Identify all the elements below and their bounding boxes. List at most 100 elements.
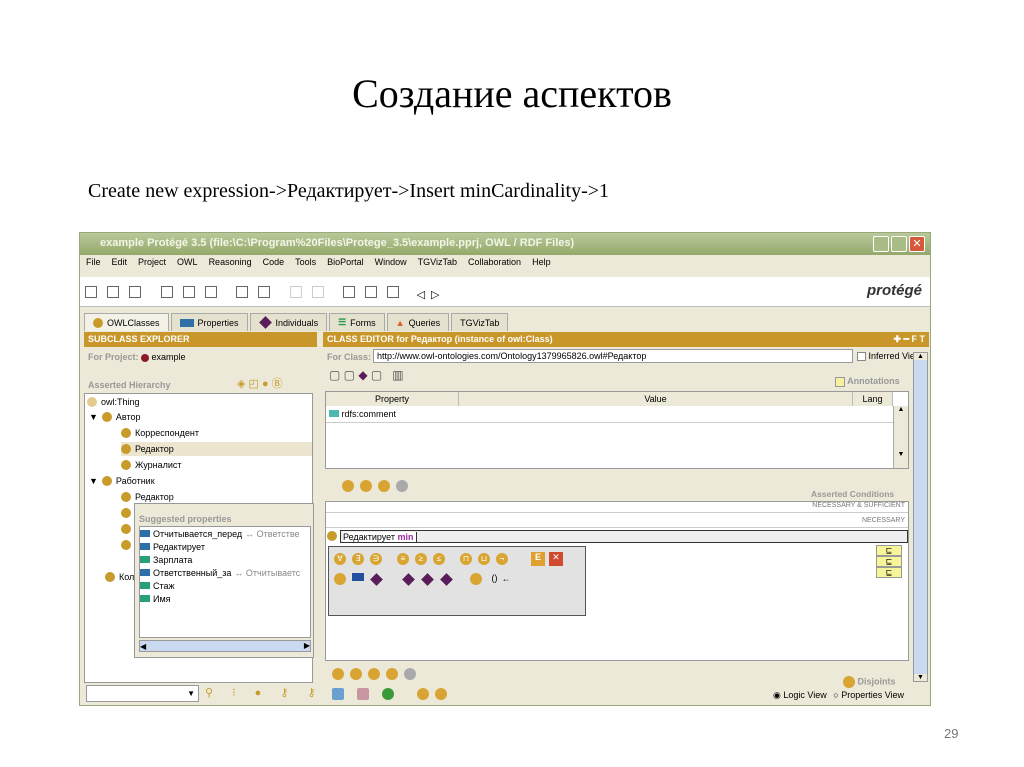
individual-icon[interactable]	[370, 572, 383, 586]
tree-node-kol[interactable]: Кол	[105, 570, 134, 584]
checkbox-icon[interactable]	[857, 352, 866, 362]
tree-node-zhurnalist[interactable]: Журналист	[121, 458, 182, 472]
tab-properties[interactable]: Properties	[170, 313, 248, 331]
create-restriction-icon[interactable]	[360, 480, 372, 492]
palette-operator-button[interactable]: ∃	[352, 553, 364, 565]
disjoint-tool-icons[interactable]	[329, 668, 419, 680]
scroll-down-icon[interactable]: ▼	[894, 451, 908, 458]
menu-collaboration[interactable]: Collaboration	[468, 257, 521, 273]
list-item[interactable]: Зарплата	[140, 553, 310, 566]
undo-icon[interactable]	[289, 286, 302, 298]
cancel-expression-button[interactable]: ✕	[549, 552, 563, 566]
annotation-tool-icons[interactable]: ▢ ▢ ◆ ▢ ▥	[329, 368, 404, 382]
tree-node-hidden[interactable]	[121, 538, 131, 552]
minimize-button[interactable]	[873, 236, 889, 252]
brackets-class-icon[interactable]	[470, 573, 483, 585]
properties-view-radio[interactable]: ○ Properties View	[833, 690, 904, 700]
tree-node-hidden[interactable]	[121, 506, 131, 520]
scroll-left-icon[interactable]: ◀	[140, 642, 146, 651]
instance-nav-icon[interactable]	[387, 286, 400, 298]
export-icon[interactable]	[258, 286, 271, 298]
menu-tools[interactable]: Tools	[295, 257, 316, 273]
scroll-up-icon[interactable]: ▲	[894, 406, 908, 413]
expand-icon[interactable]: ▼	[89, 476, 98, 486]
horizontal-scrollbar[interactable]: ◀ ▶	[139, 640, 311, 652]
bug-icon[interactable]	[382, 688, 394, 700]
new-icon[interactable]	[85, 286, 97, 298]
tree-node-rabotnik[interactable]: ▼ Работник	[89, 474, 155, 488]
class-nav-icon[interactable]	[365, 286, 378, 298]
create-class-icon[interactable]	[332, 668, 344, 680]
scroll-down-icon[interactable]: ▼	[914, 674, 927, 681]
palette-operator-button[interactable]: ¬	[496, 553, 508, 565]
create-class-icon[interactable]	[342, 480, 354, 492]
menu-tgviztab[interactable]: TGVizTab	[418, 257, 457, 273]
logic-view-radio[interactable]: ◉ Logic View	[773, 690, 827, 700]
column-header-value[interactable]: Value	[459, 392, 853, 406]
save-icon[interactable]	[129, 286, 141, 298]
tab-tgviztab[interactable]: TGVizTab	[451, 313, 509, 331]
menu-project[interactable]: Project	[138, 257, 166, 273]
union-icon[interactable]	[417, 688, 429, 700]
paste-icon[interactable]	[204, 286, 217, 298]
tree-node-hidden[interactable]	[121, 522, 131, 536]
list-item[interactable]: Отчитывается_перед ↔ Ответстве	[140, 527, 310, 540]
open-icon[interactable]	[107, 286, 119, 298]
palette-operator-button[interactable]: ⊓	[460, 553, 472, 565]
menu-code[interactable]: Code	[263, 257, 285, 273]
chevron-down-icon[interactable]: ▼	[184, 686, 198, 701]
column-header-lang[interactable]: Lang	[853, 392, 893, 406]
datatype-f-icon[interactable]	[439, 572, 453, 586]
intersection-icon[interactable]	[435, 688, 447, 700]
inferred-view-checkbox[interactable]: Inferred View	[857, 351, 921, 362]
maximize-button[interactable]	[891, 236, 907, 252]
datatype-d-icon[interactable]	[401, 572, 415, 586]
palette-operator-button[interactable]: ≤	[433, 553, 445, 565]
scroll-up-icon[interactable]: ▲	[914, 353, 927, 360]
class-icon[interactable]	[334, 573, 346, 585]
tree-node-redaktor-selected[interactable]: Редактор	[121, 442, 312, 456]
tab-forms[interactable]: ☰ Forms	[329, 313, 385, 331]
menu-help[interactable]: Help	[532, 257, 551, 273]
expand-icon[interactable]: ▼	[89, 412, 98, 422]
menu-bioportal[interactable]: BioPortal	[327, 257, 364, 273]
property-icon[interactable]	[352, 573, 364, 582]
forward-icon[interactable]: ▷	[431, 289, 439, 301]
tab-owlclasses[interactable]: OWLClasses	[84, 313, 169, 331]
tab-queries[interactable]: ▲ Queries	[386, 313, 450, 331]
search-tool-icons[interactable]: ⚲ ⁝ ● ⚷ ⚷	[205, 686, 324, 699]
copy-icon[interactable]	[182, 286, 195, 298]
redo-icon[interactable]	[311, 286, 324, 298]
query-icon[interactable]	[343, 286, 356, 298]
menu-file[interactable]: File	[86, 257, 101, 273]
list-item[interactable]: Стаж	[140, 579, 310, 592]
remove-disjoint-icon[interactable]	[404, 668, 416, 680]
tree-node-avtor[interactable]: ▼ Автор	[89, 410, 141, 424]
expression-input[interactable]: Редактирует min	[340, 530, 908, 543]
palette-operator-button[interactable]: ≡	[397, 553, 409, 565]
column-header-property[interactable]: Property	[326, 392, 459, 406]
edit-expression-button[interactable]: E	[531, 552, 545, 566]
datatype-t-icon[interactable]	[420, 572, 434, 586]
palette-operator-button[interactable]: ∋	[370, 553, 382, 565]
menu-reasoning[interactable]: Reasoning	[209, 257, 252, 273]
cut-icon[interactable]	[160, 286, 173, 298]
hierarchy-tool-icons[interactable]: ◈ ◰ ● Ⓑ	[237, 375, 283, 391]
list-item[interactable]: Редактирует	[140, 540, 310, 553]
add-disjoint-icon[interactable]	[350, 668, 362, 680]
misc-tool-icons[interactable]	[329, 688, 450, 700]
parentheses-button[interactable]: ()	[492, 573, 498, 583]
tree-node-redaktor[interactable]: Редактор	[121, 490, 174, 504]
vertical-scrollbar[interactable]: ▲ ▼	[913, 352, 928, 682]
menu-window[interactable]: Window	[375, 257, 407, 273]
close-button[interactable]: ✕	[909, 236, 925, 252]
class-uri-field[interactable]: http://www.owl-ontologies.com/Ontology13…	[373, 349, 853, 363]
palette-operator-button[interactable]: ⊔	[478, 553, 490, 565]
tree-node-owl-thing[interactable]: owl:Thing	[87, 395, 140, 409]
scroll-right-icon[interactable]: ▶	[304, 641, 310, 650]
backspace-button[interactable]: ←	[502, 573, 511, 583]
menu-edit[interactable]: Edit	[112, 257, 128, 273]
tree-node-korrespondent[interactable]: Корреспондент	[121, 426, 199, 440]
arrow-icon[interactable]	[357, 688, 369, 700]
list-item[interactable]: Ответственный_за ↔ Отчитываетс	[140, 566, 310, 579]
